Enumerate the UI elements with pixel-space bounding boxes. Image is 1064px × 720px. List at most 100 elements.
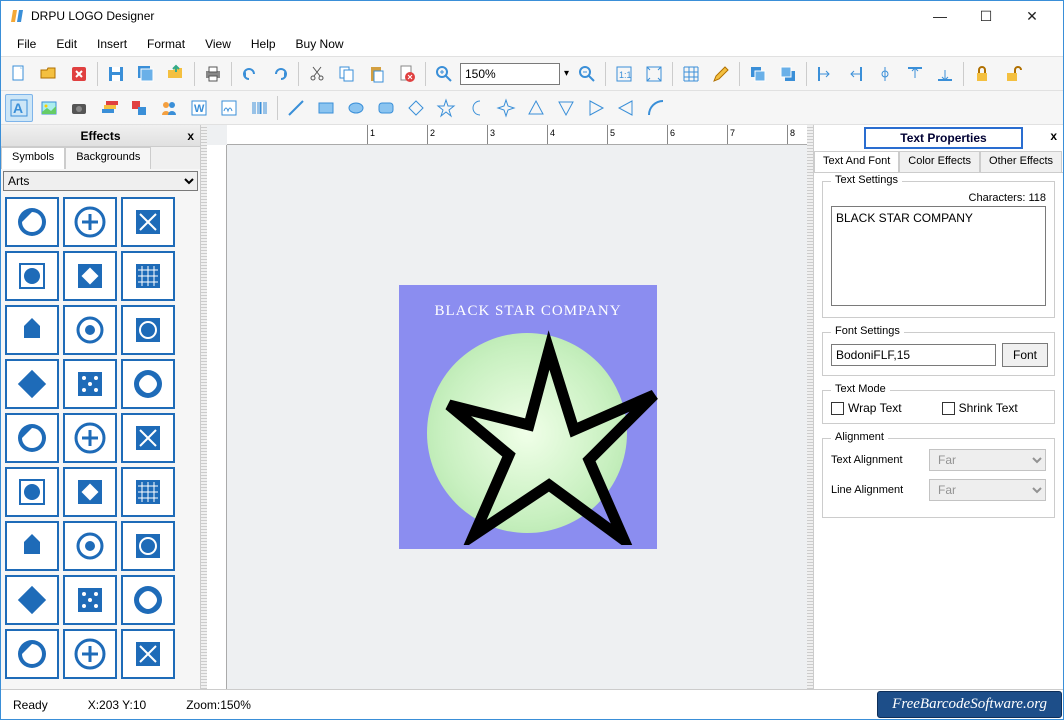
- text-content-input[interactable]: [831, 206, 1046, 306]
- symbol-item[interactable]: [63, 521, 117, 571]
- star4-icon[interactable]: [492, 94, 520, 122]
- crescent-icon[interactable]: [462, 94, 490, 122]
- minimize-button[interactable]: —: [917, 1, 963, 31]
- triangle-right-icon[interactable]: [582, 94, 610, 122]
- font-value-input[interactable]: [831, 344, 996, 366]
- align-left-icon[interactable]: [811, 60, 839, 88]
- send-back-icon[interactable]: [774, 60, 802, 88]
- text-properties-close-icon[interactable]: x: [1050, 129, 1057, 143]
- rounded-rect-icon[interactable]: [372, 94, 400, 122]
- lock-icon[interactable]: [968, 60, 996, 88]
- symbol-item[interactable]: [63, 197, 117, 247]
- tab-color-effects[interactable]: Color Effects: [899, 151, 980, 172]
- symbol-item[interactable]: [121, 413, 175, 463]
- cut-icon[interactable]: [303, 60, 331, 88]
- tab-text-and-font[interactable]: Text And Font: [814, 151, 899, 172]
- symbol-item[interactable]: [121, 521, 175, 571]
- symbol-item[interactable]: [5, 521, 59, 571]
- align-bottom-icon[interactable]: [931, 60, 959, 88]
- star-icon[interactable]: [432, 94, 460, 122]
- menu-help[interactable]: Help: [241, 34, 286, 54]
- symbol-item[interactable]: [121, 197, 175, 247]
- save-as-icon[interactable]: [132, 60, 160, 88]
- symbol-category-select[interactable]: Arts: [3, 171, 198, 191]
- tab-other-effects[interactable]: Other Effects: [980, 151, 1062, 172]
- logo-canvas[interactable]: BLACK STAR COMPANY: [399, 285, 657, 549]
- align-center-icon[interactable]: [871, 60, 899, 88]
- delete-icon[interactable]: [393, 60, 421, 88]
- menu-buy-now[interactable]: Buy Now: [286, 34, 354, 54]
- shrink-text-checkbox[interactable]: Shrink Text: [942, 401, 1018, 415]
- font-dialog-button[interactable]: Font: [1002, 343, 1048, 367]
- grid-icon[interactable]: [677, 60, 705, 88]
- menu-file[interactable]: File: [7, 34, 46, 54]
- tab-backgrounds[interactable]: Backgrounds: [65, 147, 151, 169]
- align-right-icon[interactable]: [841, 60, 869, 88]
- symbol-item[interactable]: [5, 575, 59, 625]
- word-icon[interactable]: W: [185, 94, 213, 122]
- zoom-input[interactable]: [460, 63, 560, 85]
- symbol-item[interactable]: [63, 575, 117, 625]
- symbol-item[interactable]: [63, 413, 117, 463]
- tab-symbols[interactable]: Symbols: [1, 147, 65, 169]
- paste-icon[interactable]: [363, 60, 391, 88]
- copy-icon[interactable]: [333, 60, 361, 88]
- signature-icon[interactable]: [215, 94, 243, 122]
- effects-panel-close-icon[interactable]: x: [187, 129, 194, 143]
- line-tool-icon[interactable]: [282, 94, 310, 122]
- symbol-item[interactable]: [121, 305, 175, 355]
- symbol-item[interactable]: [5, 251, 59, 301]
- print-icon[interactable]: [199, 60, 227, 88]
- symbol-item[interactable]: [63, 251, 117, 301]
- diamond-icon[interactable]: [402, 94, 430, 122]
- text-tool-icon[interactable]: A: [5, 94, 33, 122]
- canvas-background[interactable]: BLACK STAR COMPANY: [227, 145, 807, 689]
- symbol-item[interactable]: [63, 359, 117, 409]
- group-icon[interactable]: [125, 94, 153, 122]
- align-top-icon[interactable]: [901, 60, 929, 88]
- redo-icon[interactable]: [266, 60, 294, 88]
- symbol-item[interactable]: [121, 629, 175, 679]
- open-file-icon[interactable]: [35, 60, 63, 88]
- new-file-icon[interactable]: [5, 60, 33, 88]
- ellipse-filled-icon[interactable]: [342, 94, 370, 122]
- symbol-item[interactable]: [5, 197, 59, 247]
- symbol-item[interactable]: [5, 305, 59, 355]
- zoom-dropdown-icon[interactable]: ▾: [562, 68, 571, 79]
- symbol-item[interactable]: [121, 359, 175, 409]
- symbol-item[interactable]: [5, 467, 59, 517]
- line-alignment-select[interactable]: Far: [929, 479, 1046, 501]
- symbol-item[interactable]: [5, 413, 59, 463]
- menu-insert[interactable]: Insert: [87, 34, 137, 54]
- wrap-text-checkbox[interactable]: Wrap Text: [831, 401, 902, 415]
- actual-size-icon[interactable]: 1:1: [610, 60, 638, 88]
- zoom-out-icon[interactable]: [573, 60, 601, 88]
- triangle-down-icon[interactable]: [552, 94, 580, 122]
- symbol-item[interactable]: [63, 629, 117, 679]
- unlock-icon[interactable]: [998, 60, 1026, 88]
- symbol-item[interactable]: [63, 305, 117, 355]
- menu-view[interactable]: View: [195, 34, 241, 54]
- arc-icon[interactable]: [642, 94, 670, 122]
- text-alignment-select[interactable]: Far: [929, 449, 1046, 471]
- camera-icon[interactable]: [65, 94, 93, 122]
- menu-edit[interactable]: Edit: [46, 34, 87, 54]
- save-icon[interactable]: [102, 60, 130, 88]
- symbol-item[interactable]: [121, 467, 175, 517]
- symbol-item[interactable]: [121, 575, 175, 625]
- undo-icon[interactable]: [236, 60, 264, 88]
- people-icon[interactable]: [155, 94, 183, 122]
- export-icon[interactable]: [162, 60, 190, 88]
- fit-to-window-icon[interactable]: [640, 60, 668, 88]
- logo-star-shape[interactable]: [439, 315, 659, 545]
- close-button[interactable]: ✕: [1009, 1, 1055, 31]
- bring-front-icon[interactable]: [744, 60, 772, 88]
- color-picker-icon[interactable]: [707, 60, 735, 88]
- triangle-up-icon[interactable]: [522, 94, 550, 122]
- symbol-item[interactable]: [5, 629, 59, 679]
- maximize-button[interactable]: ☐: [963, 1, 1009, 31]
- image-tool-icon[interactable]: [35, 94, 63, 122]
- layers-icon[interactable]: [95, 94, 123, 122]
- triangle-left-icon[interactable]: [612, 94, 640, 122]
- zoom-in-icon[interactable]: [430, 60, 458, 88]
